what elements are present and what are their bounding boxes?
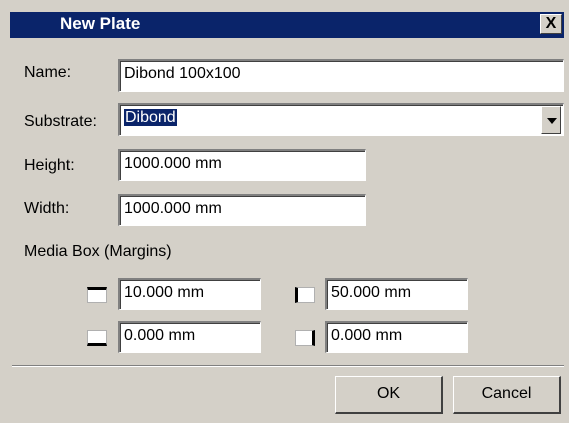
name-input[interactable]: Dibond 100x100 <box>118 59 564 92</box>
substrate-selected-value: Dibond <box>124 109 177 126</box>
dropdown-arrow-icon[interactable] <box>541 106 561 134</box>
width-input[interactable]: 1000.000 mm <box>118 194 366 226</box>
name-label: Name: <box>24 64 72 81</box>
width-label: Width: <box>24 200 70 217</box>
cancel-button[interactable]: Cancel <box>453 376 561 414</box>
margin-bottom-input[interactable]: 0.000 mm <box>118 321 261 353</box>
margin-right-input[interactable]: 0.000 mm <box>325 321 468 353</box>
substrate-select[interactable]: Dibond <box>118 103 564 136</box>
margin-right-icon <box>295 330 315 346</box>
margin-top-input[interactable]: 10.000 mm <box>118 278 261 310</box>
height-label: Height: <box>24 157 75 174</box>
ok-button[interactable]: OK <box>335 376 443 414</box>
substrate-label: Substrate: <box>24 113 97 130</box>
media-box-label: Media Box (Margins) <box>24 243 172 260</box>
separator <box>12 365 564 367</box>
close-icon: X <box>545 15 557 32</box>
height-input[interactable]: 1000.000 mm <box>118 149 366 181</box>
margin-left-icon <box>295 287 315 303</box>
window-title: New Plate <box>60 14 141 33</box>
close-button[interactable]: X <box>540 14 562 34</box>
margin-left-input[interactable]: 50.000 mm <box>325 278 468 310</box>
margin-bottom-icon <box>87 330 107 346</box>
title-bar: New Plate X <box>10 12 564 38</box>
margin-top-icon <box>87 287 107 303</box>
